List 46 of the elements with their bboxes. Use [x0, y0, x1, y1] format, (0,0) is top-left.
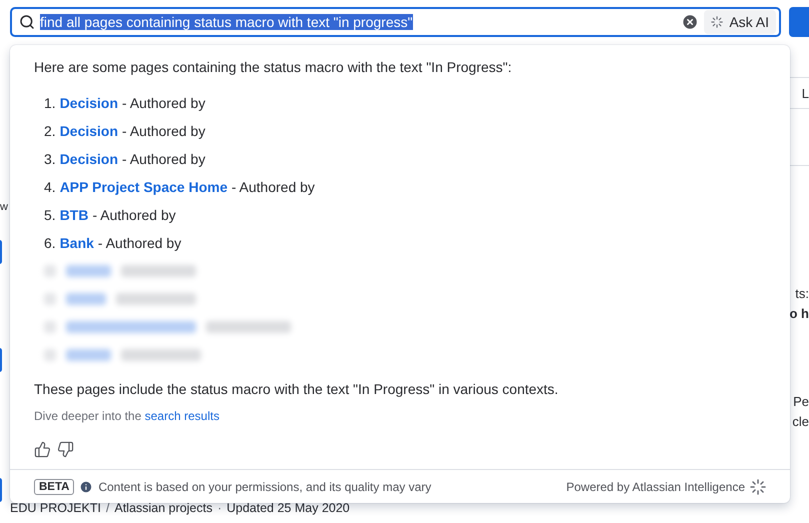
page-link[interactable]: Decision: [60, 95, 118, 111]
page-link[interactable]: APP Project Space Home: [60, 179, 228, 195]
item-number: 6.: [44, 235, 56, 251]
answer-intro: Here are some pages containing the status macro with the text "In Progress":: [34, 58, 513, 77]
thumbs-up-icon[interactable]: [34, 441, 51, 458]
page-text: ts:: [795, 286, 809, 301]
page-text: cle: [792, 414, 809, 429]
search-results-link[interactable]: search results: [144, 409, 220, 423]
meta-separator: ·: [217, 501, 222, 515]
breadcrumb-separator: /: [106, 501, 110, 515]
ask-ai-button[interactable]: Ask AI: [704, 10, 776, 34]
powered-by-text: Powered by Atlassian Intelligence: [566, 480, 745, 494]
author-text: - Authored by: [122, 95, 206, 111]
answer-summary: These pages include the status macro with the text "In Progress" in various contexts.: [34, 380, 560, 399]
item-number: 3.: [44, 151, 56, 167]
page-text: w: [0, 201, 8, 213]
search-icon: [19, 14, 35, 30]
sparkle-icon: [711, 16, 724, 28]
search-query: find all pages containing status macro with text "in progress": [40, 14, 413, 30]
dive-deeper-text: Dive deeper into the search results: [34, 409, 220, 423]
breadcrumb-link[interactable]: EDU PROJEKTI: [10, 501, 101, 515]
permissions-notice: Content is based on your permissions, and its quality may vary: [98, 480, 432, 494]
author-text: - Authored by: [232, 179, 315, 195]
page-text: Pe: [793, 394, 809, 409]
updated-date: Updated 25 May 2020: [226, 501, 350, 515]
item-number: 5.: [44, 207, 56, 223]
page-link[interactable]: Bank: [60, 235, 94, 251]
info-icon: [79, 480, 94, 494]
sparkle-icon: [750, 478, 766, 494]
page-text: L: [802, 86, 809, 101]
page-link[interactable]: Decision: [60, 123, 118, 139]
page-link[interactable]: BTB: [60, 207, 88, 223]
page-text: o h: [790, 306, 809, 321]
page-link[interactable]: Decision: [60, 151, 118, 167]
beta-badge: BETA: [34, 478, 74, 494]
author-text: - Authored by: [92, 207, 176, 223]
item-number: 4.: [44, 179, 56, 195]
item-number: 2.: [44, 123, 56, 139]
item-number: 1.: [44, 95, 56, 111]
author-text: - Authored by: [98, 235, 182, 251]
breadcrumb-link[interactable]: Atlassian projects: [114, 501, 212, 515]
search-field[interactable]: find all pages containing status macro with text "in progress" Ask AI: [10, 7, 781, 37]
author-text: - Authored by: [122, 151, 206, 167]
clear-icon[interactable]: [681, 13, 700, 31]
author-text: - Authored by: [122, 123, 206, 139]
thumbs-down-icon[interactable]: [57, 441, 74, 458]
